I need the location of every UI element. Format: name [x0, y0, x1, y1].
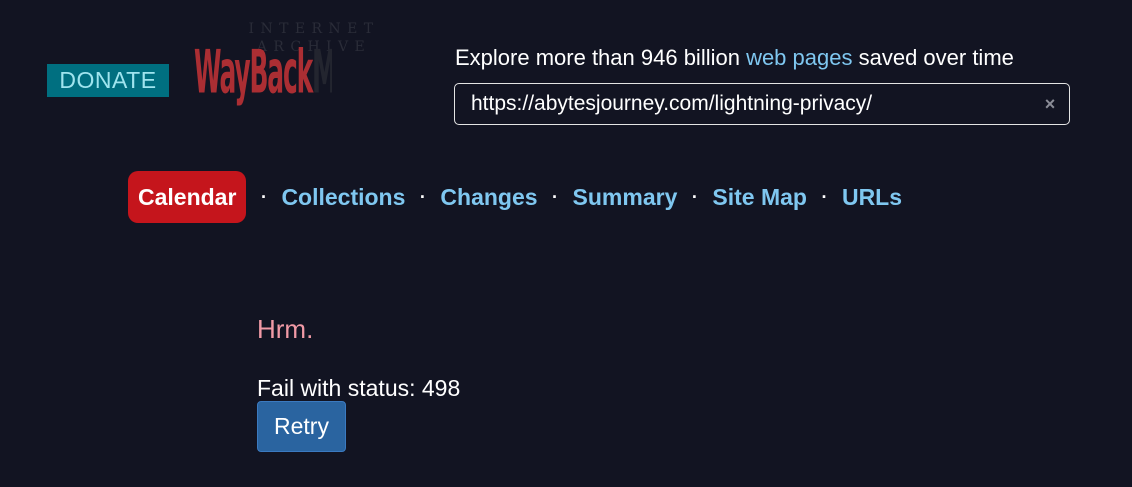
tab-collections[interactable]: Collections [281, 184, 405, 211]
nav-separator: · [691, 186, 698, 207]
explore-suffix: saved over time [852, 45, 1014, 70]
url-search-box: × [454, 83, 1070, 125]
logo-way: Way [194, 38, 251, 108]
tab-calendar[interactable]: Calendar [128, 171, 247, 223]
error-title: Hrm. [257, 314, 314, 344]
web-pages-link[interactable]: web pages [746, 45, 852, 70]
nav-separator: · [552, 186, 559, 207]
retry-button[interactable]: Retry [257, 401, 346, 452]
tab-changes[interactable]: Changes [440, 184, 537, 211]
nav-tabs: Calendar · Collections · Changes · Summa… [128, 171, 902, 223]
tab-site-map[interactable]: Site Map [712, 184, 807, 211]
explore-text: Explore more than 946 billion web pages … [455, 44, 1014, 72]
tab-summary[interactable]: Summary [573, 184, 678, 211]
url-search-input[interactable] [471, 84, 1031, 124]
nav-separator: · [419, 186, 426, 207]
donate-button[interactable]: DONATE [47, 64, 169, 97]
tab-urls[interactable]: URLs [842, 184, 902, 211]
nav-separator: · [260, 186, 267, 207]
clear-icon[interactable]: × [1041, 94, 1059, 114]
error-status: Fail with status: 498 [257, 375, 461, 401]
nav-separator: · [821, 186, 828, 207]
wayback-machine-logo[interactable]: INTERNET ARCHIVE WayBackMachine [194, 20, 434, 112]
explore-prefix: Explore more than 946 billion [455, 45, 747, 70]
logo-machine: Machine [312, 39, 332, 108]
wayback-wordmark: WayBackMachine [194, 25, 332, 122]
wayback-page: DONATE INTERNET ARCHIVE WayBackMachine E… [0, 0, 1132, 487]
logo-back: Back [249, 38, 313, 108]
